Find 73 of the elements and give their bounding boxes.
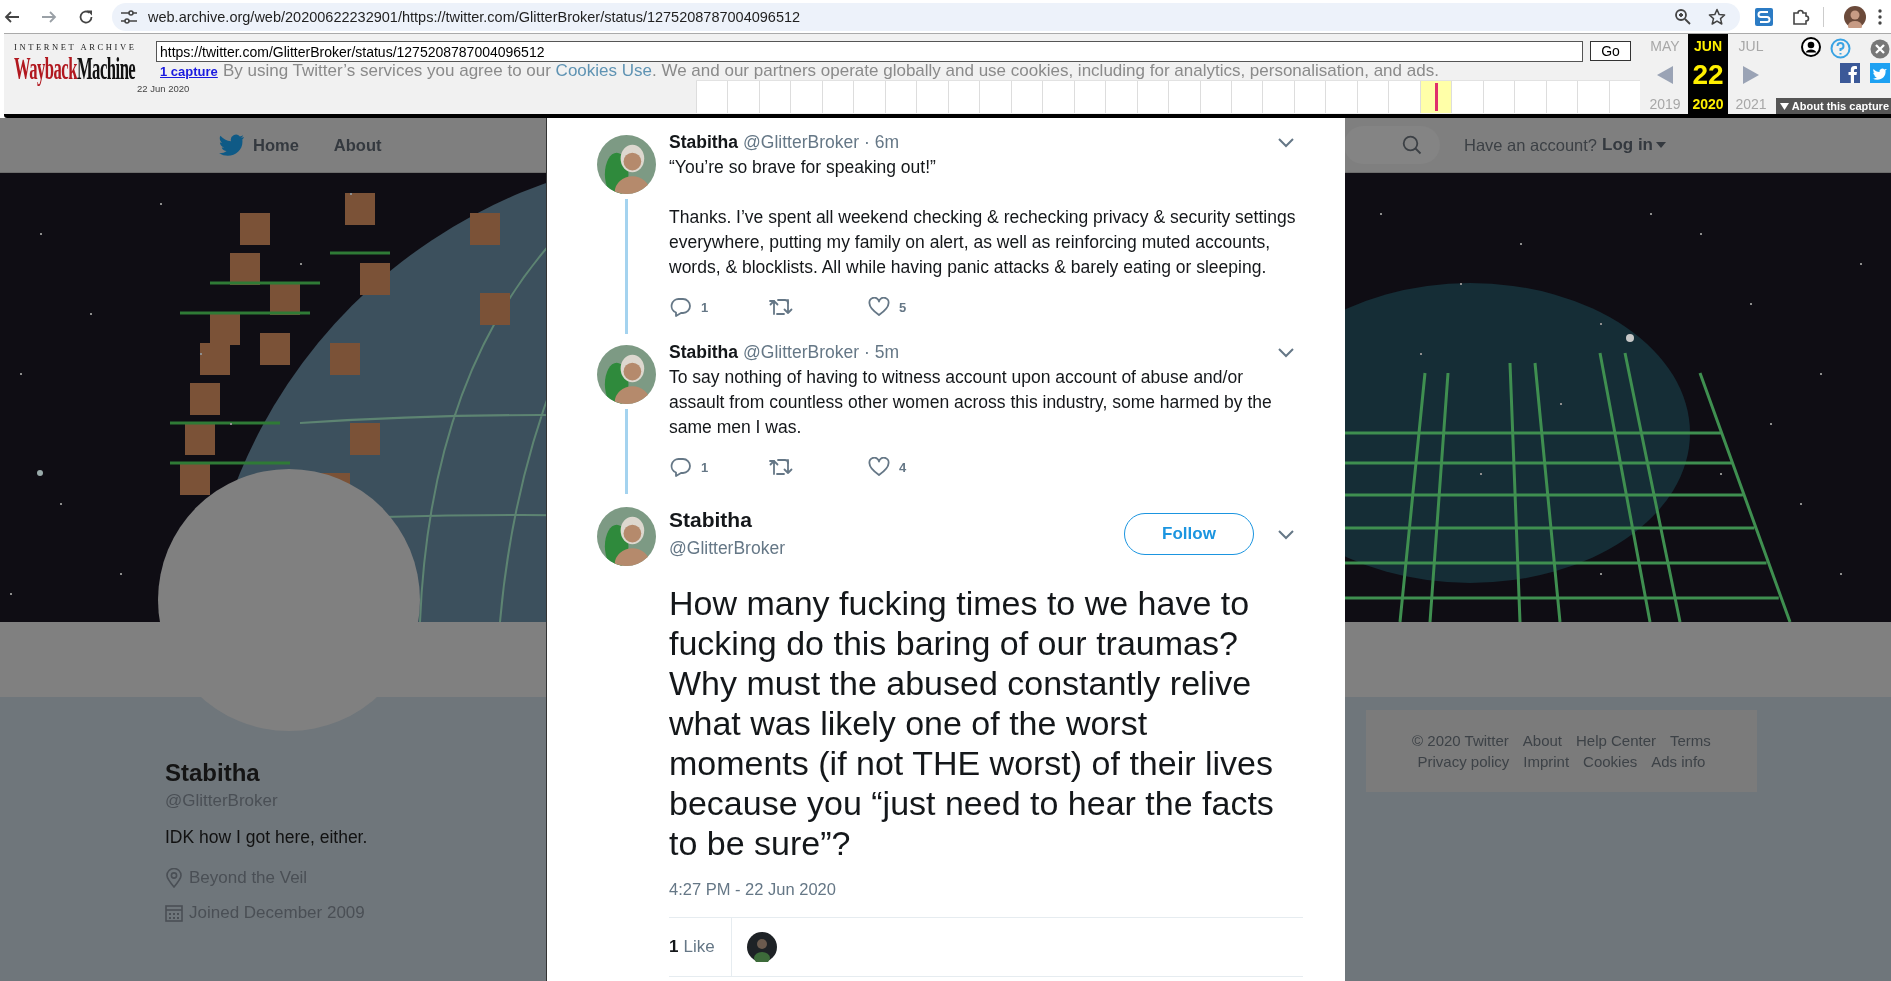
reply-count: 1 [701, 299, 709, 315]
account-icon[interactable] [1801, 37, 1821, 57]
profile-avatar-icon[interactable] [1844, 5, 1866, 28]
captures-link[interactable]: 1 capture [160, 64, 218, 79]
author-handle[interactable]: @GlitterBroker [669, 537, 785, 559]
caret-icon [1656, 142, 1666, 148]
footer-link[interactable]: About [1522, 732, 1562, 749]
month-column[interactable]: JUN 22 2020 [1688, 34, 1728, 114]
facebook-icon[interactable] [1840, 63, 1860, 83]
retweet-icon[interactable] [769, 298, 793, 316]
heart-icon[interactable] [868, 457, 890, 477]
address-bar[interactable]: web.archive.org/web/20200622232901/https://twitter.com/GlitterBroker/status/1275208787004096512 [112, 2, 1740, 31]
profile-bio: IDK how I got here, either. [165, 826, 368, 849]
wayback-logo[interactable]: WaybackMachine [14, 52, 136, 84]
go-button[interactable]: Go [1590, 41, 1631, 61]
menu-icon[interactable] [1878, 8, 1882, 25]
author-handle[interactable]: @GlitterBroker [743, 132, 860, 153]
tweet-text: To say nothing of having to witness account upon account of abuse and/or assault from countless other women across this industry, some harmed by the same men I was. [669, 366, 1273, 439]
chevron-icon[interactable] [1277, 136, 1295, 149]
like-count: 4 [899, 459, 907, 475]
search-icon[interactable] [1402, 135, 1422, 155]
close-icon[interactable] [1870, 39, 1890, 59]
calendar-icon [165, 904, 183, 922]
back-icon[interactable] [4, 8, 20, 25]
zoom-icon[interactable] [1674, 7, 1692, 26]
follow-button[interactable]: Follow [1124, 513, 1254, 555]
author-name[interactable]: Stabitha [669, 342, 739, 363]
reply-icon[interactable] [670, 297, 692, 317]
site-info-icon[interactable] [120, 8, 138, 25]
extension-icon[interactable] [1754, 6, 1774, 27]
footer-link[interactable]: Imprint [1523, 753, 1570, 770]
about-capture-button[interactable]: About this capture [1775, 98, 1891, 114]
twitter-icon[interactable] [1870, 63, 1890, 83]
copyright-text: © 2020 Twitter [1412, 732, 1509, 749]
retweet-icon[interactable] [769, 458, 793, 476]
reply-icon[interactable] [670, 457, 692, 477]
tweet-time[interactable]: · 6m [864, 132, 900, 153]
cookies-link[interactable]: Cookies Use [555, 61, 652, 80]
cookie-notice: By using Twitter’s services you agree to our Cookies Use. We and our partners operate globally and use cookies, including for analytics, personalisation, and ads. [223, 62, 1440, 80]
reply-count: 1 [701, 459, 709, 475]
user-avatar[interactable] [746, 932, 777, 962]
footer-link[interactable]: Ads info [1651, 753, 1706, 770]
profile-name: Stabitha [165, 758, 260, 788]
triangle-down-icon [1779, 102, 1789, 110]
tweet-text: “You’re so brave for speaking out!” Thanks. I’ve spent all weekend checking & rechecking privacy & security settings everywhere, putting my family on alert, as well as reinforcing muted accounts, words, & blocklists. All while having panic attacks & barely eating or sleeping. [669, 156, 1297, 279]
footer-link[interactable]: Terms [1670, 732, 1711, 749]
location-icon [165, 868, 183, 888]
heart-icon[interactable] [868, 297, 890, 317]
forward-icon[interactable] [41, 8, 57, 25]
tweet-timestamp: 4:27 PM - 22 Jun 2020 [669, 879, 837, 900]
search-field[interactable] [1344, 126, 1440, 164]
footer-link[interactable]: Help Center [1576, 732, 1657, 749]
login-link[interactable]: Log in [1602, 135, 1666, 155]
nav-link[interactable]: About [333, 135, 382, 155]
author-name[interactable]: Stabitha [669, 132, 739, 153]
likes-link[interactable]: 1 Like [669, 918, 732, 976]
capture-date: 22 Jun 2020 [137, 83, 190, 94]
login-prompt: Have an account? [1464, 135, 1597, 155]
reload-icon[interactable] [78, 8, 94, 25]
archive-label: INTERNET ARCHIVE [14, 42, 138, 52]
url-text[interactable]: web.archive.org/web/20200622232901/https://twitter.com/GlitterBroker/status/1275208787004096512 [148, 8, 801, 25]
tweet-time[interactable]: · 5m [864, 342, 900, 363]
nav-link[interactable]: Home [253, 135, 299, 155]
like-count: 5 [899, 299, 907, 315]
author-name[interactable]: Stabitha [669, 507, 785, 533]
url-field[interactable]: https://twitter.com/GlitterBroker/status/1275208787004096512 [156, 41, 1583, 62]
footer-link[interactable]: Cookies [1583, 753, 1638, 770]
author-handle[interactable]: @GlitterBroker [743, 342, 860, 363]
footer-link[interactable]: Privacy policy [1417, 753, 1510, 770]
chevron-icon[interactable] [1277, 529, 1295, 541]
chevron-icon[interactable] [1277, 346, 1295, 359]
tweet-text: How many fucking times to we have to fucking do this baring of our traumas? Why must the abused constantly relive what was likely one of the worst moments (if not THE worst) of their lives because you “just need to hear the facts to be sure”? [669, 583, 1275, 863]
star-icon[interactable] [1708, 7, 1726, 26]
